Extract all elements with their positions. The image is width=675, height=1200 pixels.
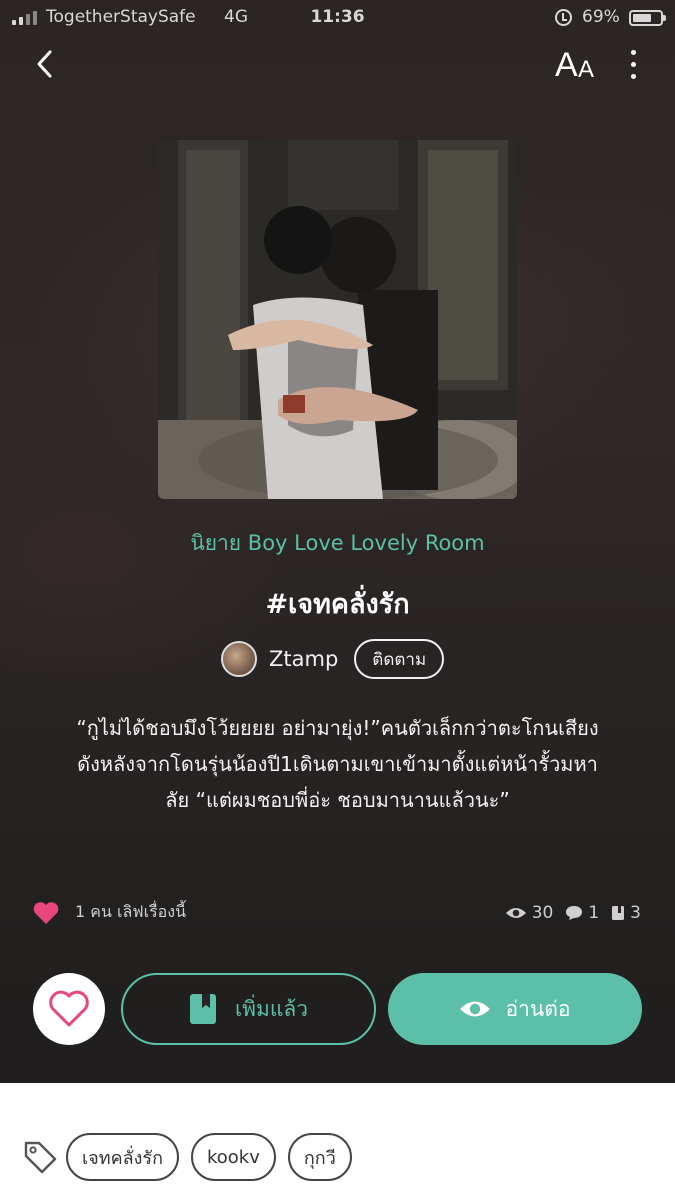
novel-stats: 30 1 3 [493, 903, 641, 923]
novel-hero: TogetherStaySafe 4G 11:36 69% A A นิยาย … [0, 0, 675, 1083]
battery-percent: 69% [582, 7, 620, 27]
novel-title: #เจทคลั่งรัก [265, 589, 410, 620]
book-icon [612, 906, 625, 920]
font-size-icon-large: A [555, 46, 578, 84]
tag-chip[interactable]: kookv [191, 1133, 276, 1181]
author-name[interactable]: Ztamp [269, 647, 338, 671]
status-bar: TogetherStaySafe 4G 11:36 69% [0, 0, 675, 36]
comments-count: 1 [588, 903, 600, 923]
author-avatar[interactable] [221, 641, 257, 677]
chapters-count: 3 [630, 903, 641, 923]
cover-image [158, 140, 517, 499]
synopsis-line: “กูไม่ได้ชอบมึงโว้ยยยย อย่ามายุ่ง!”คนตัว… [76, 716, 599, 740]
love-button[interactable] [33, 973, 105, 1045]
follow-button[interactable]: ติดตาม [354, 639, 445, 679]
continue-reading-button[interactable]: อ่านต่อ [388, 973, 642, 1045]
tag-chip[interactable]: เจทคลั่งรัก [66, 1133, 179, 1181]
read-label: อ่านต่อ [505, 996, 571, 1021]
tag-list: เจทคลั่งรัก kookv กุกวี [22, 1133, 352, 1181]
added-label: เพิ่มแล้ว [234, 996, 309, 1021]
comment-icon [566, 906, 583, 920]
chevron-left-icon [37, 50, 52, 78]
back-button[interactable] [28, 46, 64, 82]
synopsis-line: ดังหลังจากโดนรุ่นน้องปี1เดินตามเขาเข้ามา… [77, 752, 598, 776]
views-stat: 30 [505, 903, 554, 923]
comments-stat: 1 [565, 903, 599, 923]
novel-category[interactable]: นิยาย Boy Love Lovely Room [0, 527, 675, 560]
chapters-stat: 3 [611, 903, 641, 923]
rotation-lock-icon [555, 9, 572, 26]
author-row: Ztamp ติดตาม [221, 639, 445, 679]
tag-chip[interactable]: กุกวี [287, 1133, 352, 1181]
heart-outline-icon [49, 990, 89, 1027]
eye-icon [505, 908, 526, 918]
love-count-text: 1 คน เลิฟเรื่องนี้ [75, 902, 187, 921]
love-count-row: 1 คน เลิฟเรื่องนี้ [32, 900, 186, 925]
added-to-library-button[interactable]: เพิ่มแล้ว [121, 973, 376, 1045]
font-size-button[interactable]: A A [553, 44, 601, 84]
synopsis-line: ลัย “แต่ผมชอบพี่อ่ะ ชอบมานานแล้วนะ” [165, 788, 510, 812]
heart-filled-icon [33, 901, 59, 924]
bookmark-book-icon [189, 994, 216, 1024]
status-time: 11:36 [310, 7, 365, 27]
views-count: 30 [531, 903, 554, 923]
font-size-icon-small: A [578, 56, 595, 83]
tag-icon [24, 1141, 57, 1174]
novel-synopsis: “กูไม่ได้ชอบมึงโว้ยยยย อย่ามายุ่ง!”คนตัว… [28, 710, 647, 818]
battery-icon [629, 10, 666, 26]
eye-icon [460, 1001, 491, 1017]
more-menu-button[interactable] [620, 48, 648, 82]
